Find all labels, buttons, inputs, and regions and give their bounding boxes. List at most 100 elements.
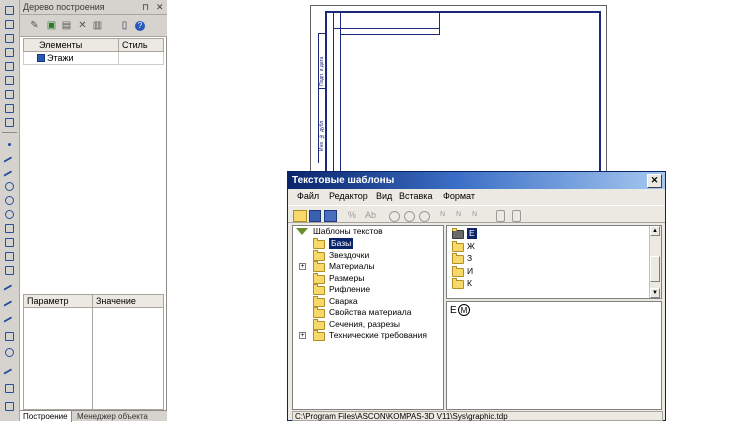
move-icon[interactable]: ▥	[91, 19, 104, 32]
column-elements[interactable]: Элементы	[39, 39, 82, 51]
circle-bullet-icon[interactable]	[404, 211, 415, 222]
preview-letter: Е	[450, 305, 457, 316]
column-style[interactable]: Стиль	[122, 39, 148, 51]
spline-icon[interactable]	[3, 236, 16, 249]
edit-icon[interactable]: ▤	[60, 19, 73, 32]
folder-icon	[452, 240, 464, 252]
scroll-up-button[interactable]: ▲	[650, 226, 660, 236]
tree-item[interactable]: Технические требования	[329, 330, 427, 341]
numbering-icon[interactable]: N	[456, 209, 461, 221]
scroll-thumb[interactable]	[650, 256, 660, 282]
table-row[interactable]: Этажи	[23, 52, 164, 65]
tree-item[interactable]: Сечения, разрезы	[329, 319, 400, 330]
list-item[interactable]: З	[467, 253, 472, 264]
text-templates-dialog: Текстовые шаблоны ✕ Файл Редактор Вид Вс…	[287, 171, 666, 421]
tree-item[interactable]: Звездочки	[329, 250, 369, 261]
arc-icon[interactable]	[3, 194, 16, 207]
line-icon[interactable]	[3, 152, 16, 169]
dialog-close-button[interactable]: ✕	[647, 174, 662, 188]
menu-editor[interactable]: Редактор	[329, 189, 368, 204]
select-tool-icon[interactable]	[3, 102, 16, 115]
point-icon[interactable]	[3, 138, 16, 151]
menu-insert[interactable]: Вставка	[399, 189, 432, 204]
fragment-icon[interactable]	[3, 382, 16, 395]
expand-arrow-icon[interactable]	[296, 228, 308, 235]
macro-icon[interactable]	[3, 400, 16, 413]
expand-toggle-icon[interactable]: +	[299, 332, 306, 339]
tree-item[interactable]: Базы	[329, 238, 354, 249]
measure-tool-icon[interactable]	[3, 88, 16, 101]
page-icon[interactable]: ▯	[118, 19, 131, 32]
menu-format[interactable]: Формат	[443, 189, 475, 204]
preview-pane[interactable]: Е М	[446, 301, 662, 410]
frame-top-line	[325, 11, 600, 13]
tree-item[interactable]: Сварка	[329, 296, 358, 307]
folder-icon	[313, 261, 325, 272]
move-down-icon[interactable]	[512, 210, 521, 222]
list-item[interactable]: Ж	[467, 241, 475, 252]
tree-item[interactable]: Размеры	[329, 273, 364, 284]
save-icon[interactable]	[309, 210, 321, 222]
help-icon[interactable]: ?	[135, 21, 145, 31]
dialog-titlebar[interactable]: Текстовые шаблоны ✕	[288, 172, 665, 189]
circle-bullet-icon[interactable]	[419, 211, 430, 222]
ellipse-icon[interactable]	[3, 208, 16, 221]
side-label: Инв. № дубл.	[319, 119, 325, 151]
pointer-tool-icon[interactable]	[3, 4, 16, 17]
offset-line-icon[interactable]	[3, 296, 16, 313]
column-value[interactable]: Значение	[96, 295, 136, 307]
tab-object-manager[interactable]: Менеджер объекта	[74, 411, 151, 422]
move-up-icon[interactable]	[496, 210, 505, 222]
chamfer-icon[interactable]	[3, 312, 16, 329]
list-item[interactable]: К	[467, 278, 472, 289]
library-tool-icon[interactable]	[3, 116, 16, 129]
rectangle-icon[interactable]	[3, 330, 16, 343]
circle-bullet-icon[interactable]	[389, 211, 400, 222]
folder-icon	[452, 253, 464, 264]
folder-icon	[313, 272, 325, 284]
parametrization-tool-icon[interactable]	[3, 74, 16, 87]
column-parameter[interactable]: Параметр	[27, 295, 69, 307]
symbols-tool-icon[interactable]	[3, 46, 16, 59]
params-grid-header: Параметр Значение	[23, 294, 164, 308]
menu-file[interactable]: Файл	[297, 189, 319, 204]
new-layer-icon[interactable]: ▣	[45, 19, 58, 32]
numbering-icon[interactable]: N	[472, 209, 477, 221]
equidistant-icon[interactable]	[3, 364, 16, 381]
tree-item[interactable]: Рифление	[329, 284, 370, 295]
list-item[interactable]: И	[467, 266, 473, 277]
edit-tool-icon[interactable]	[3, 60, 16, 73]
open-icon[interactable]	[293, 210, 307, 222]
left-vertical-toolbar	[0, 0, 20, 421]
menu-view[interactable]: Вид	[376, 189, 392, 204]
auxiliary-line-icon[interactable]	[3, 280, 16, 297]
numbering-icon[interactable]: N	[440, 209, 445, 221]
circle-icon[interactable]	[3, 180, 16, 193]
segment-icon[interactable]	[3, 166, 16, 183]
tree-toolbar: ✎ ▣ ▤ ✕ ▥ ▯ ?	[20, 15, 167, 37]
build-icon[interactable]: ✎	[28, 19, 41, 32]
hatch-icon[interactable]	[3, 250, 16, 263]
tree-root[interactable]: Шаблоны текстов	[313, 226, 383, 237]
expand-toggle-icon[interactable]: +	[299, 263, 306, 270]
font-icon[interactable]: Ab	[365, 209, 376, 221]
tree-item[interactable]: Свойства материала	[329, 307, 412, 318]
side-label: Подп. и дата	[319, 56, 325, 86]
list-item[interactable]: Е	[467, 228, 477, 239]
close-icon[interactable]: ✕	[156, 1, 164, 13]
scroll-down-button[interactable]: ▼	[650, 288, 660, 298]
properties-icon[interactable]	[324, 210, 337, 222]
contour-icon[interactable]	[3, 264, 16, 277]
construction-tree-panel: Дерево построения ⊓ ✕ ✎ ▣ ▤ ✕ ▥ ▯ ? Элем…	[20, 0, 167, 422]
pin-icon[interactable]: ⊓	[142, 1, 149, 13]
geometry-tool-icon[interactable]	[3, 18, 16, 31]
tree-item[interactable]: Материалы	[329, 261, 375, 272]
polyline-icon[interactable]	[3, 222, 16, 235]
dimensions-tool-icon[interactable]	[3, 32, 16, 45]
vertical-scrollbar[interactable]: ▲ ▼	[649, 226, 661, 298]
delete-icon[interactable]: ✕	[76, 19, 89, 32]
status-path: C:\Program Files\ASCON\KOMPAS-3D V11\Sys…	[295, 412, 508, 421]
tab-construction[interactable]: Построение	[20, 411, 72, 422]
percent-icon[interactable]: %	[348, 209, 356, 221]
polygon-icon[interactable]	[3, 346, 16, 359]
